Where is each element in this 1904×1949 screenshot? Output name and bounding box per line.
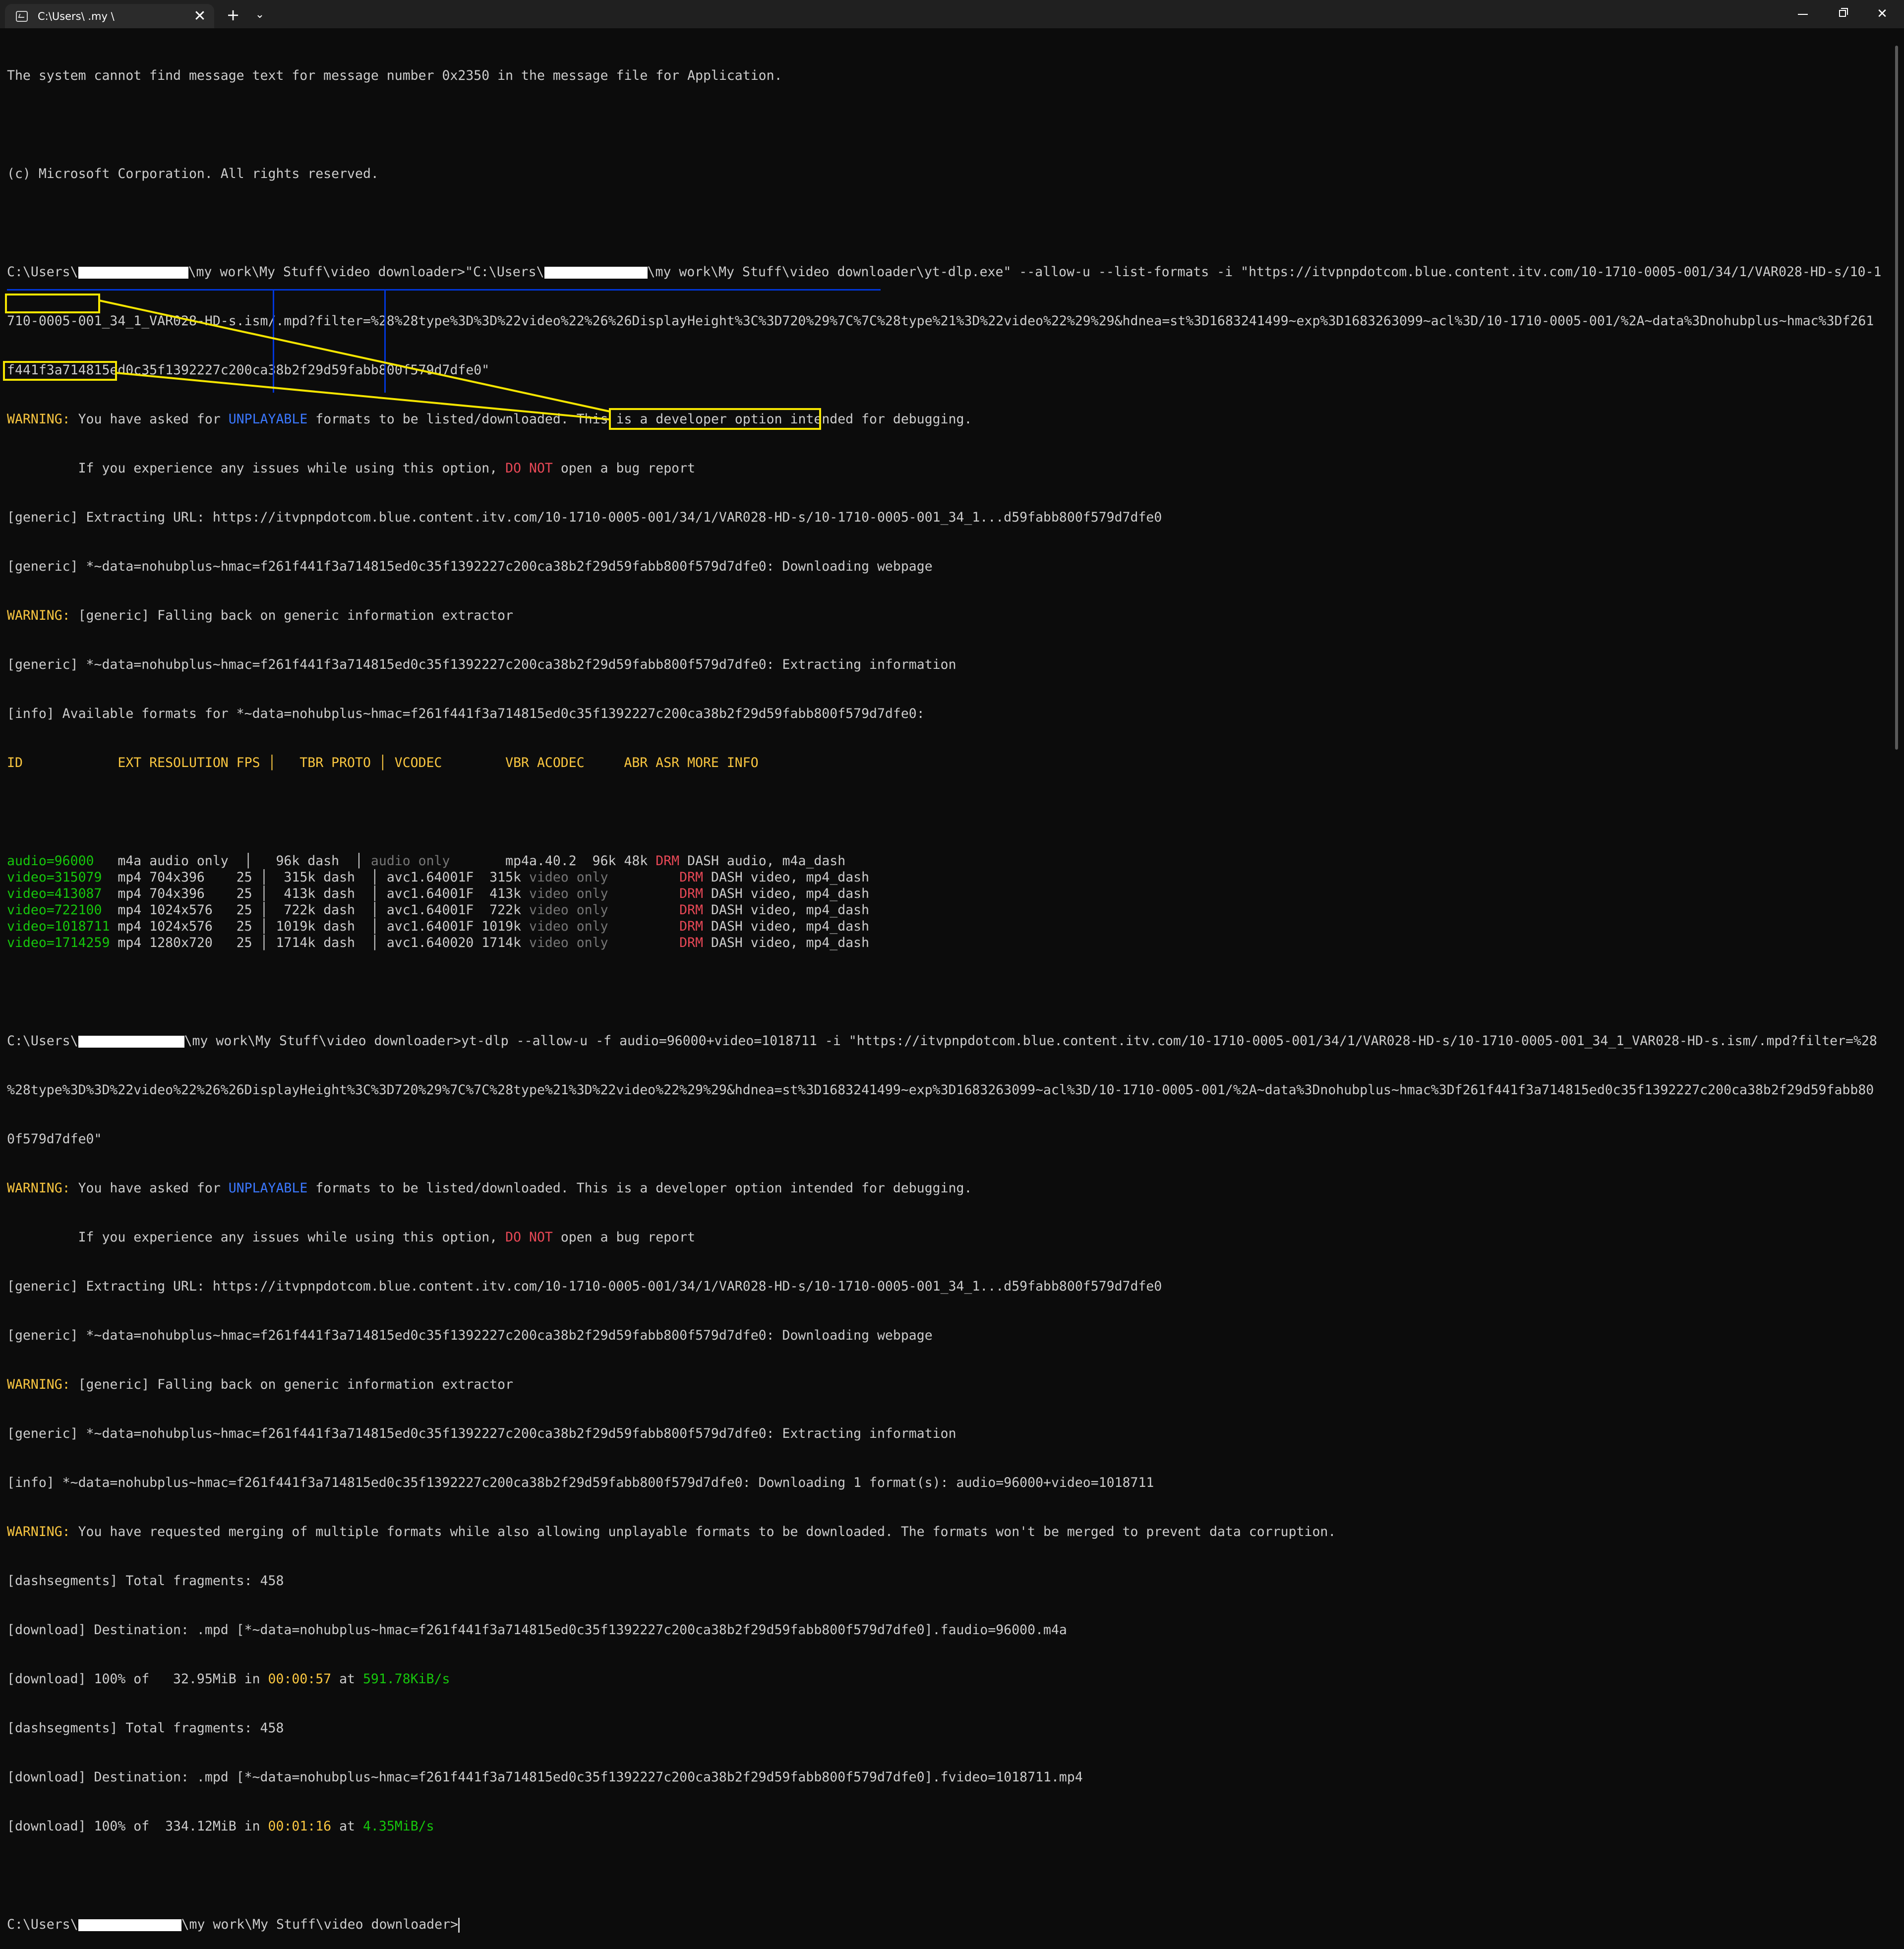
minimize-button[interactable] [1783,0,1823,28]
command-line: 0f579d7dfe0" [7,1131,102,1147]
highlight-box-video [3,361,117,381]
download-progress-line: [download] 100% of 32.95MiB in 00:00:57 … [7,1671,450,1687]
output-line: (c) Microsoft Corporation. All rights re… [7,166,379,181]
terminal-output[interactable]: The system cannot find message text for … [7,35,1882,1933]
warning-line: WARNING: [generic] Falling back on gener… [7,1377,514,1392]
title-bar: C:\Users\ .my \ ✕ + ⌄ ✕ [0,0,1904,28]
table-column-separator [384,291,386,393]
format-row: video=1714259 mp4 1280x720 25 │ 1714k da… [7,935,870,950]
warning-line: If you experience any issues while using… [7,461,696,476]
chevron-down-icon[interactable]: ⌄ [251,6,269,24]
redacted-username [78,266,188,279]
warning-line: If you experience any issues while using… [7,1230,696,1245]
terminal-tab[interactable]: C:\Users\ .my \ ✕ [5,4,214,28]
output-line: [dashsegments] Total fragments: 458 [7,1720,284,1736]
warning-line: WARNING: You have asked for UNPLAYABLE f… [7,412,972,427]
command-line: f441f3a714815ed0c35f1392227c200ca38b2f29… [7,362,490,378]
output-line: [dashsegments] Total fragments: 458 [7,1573,284,1589]
format-row: audio=96000 m4a audio only │ 96k dash │ … [7,853,846,869]
restore-button[interactable] [1823,0,1862,28]
close-tab-icon[interactable]: ✕ [191,8,208,25]
command-line: C:\Users\ \my work\My Stuff\video downloa… [7,264,1882,280]
highlight-box-format [609,408,821,430]
output-line: [generic] Extracting URL: https://itvpnp… [7,510,1162,525]
output-line: [info] *~data=nohubplus~hmac=f261f441f3a… [7,1475,1154,1490]
command-line: C:\Users\ \my work\My Stuff\video downloa… [7,1033,1877,1049]
output-line: [generic] *~data=nohubplus~hmac=f261f441… [7,657,956,672]
warning-line: WARNING: You have asked for UNPLAYABLE f… [7,1181,972,1196]
output-line: [download] Destination: .mpd [*~data=noh… [7,1770,1083,1785]
download-progress-line: [download] 100% of 334.12MiB in 00:01:16… [7,1819,434,1834]
terminal-icon [16,11,28,22]
command-line: %28type%3D%3D%22video%22%26%26DisplayHei… [7,1082,1874,1098]
format-row: video=315079 mp4 704x396 25 │ 315k dash … [7,870,870,885]
output-line: [generic] *~data=nohubplus~hmac=f261f441… [7,559,933,574]
format-row: video=722100 mp4 1024x576 25 │ 722k dash… [7,902,870,918]
prompt-line[interactable]: C:\Users\ \my work\My Stuff\video downloa… [7,1916,1881,1933]
output-line: [download] Destination: .mpd [*~data=noh… [7,1622,1067,1638]
format-row: video=1018711 mp4 1024x576 25 │ 1019k da… [7,919,870,934]
new-tab-button[interactable]: + [224,6,242,24]
command-line: 710-0005-001_34_1_VAR028-HD-s.ism/.mpd?f… [7,313,1874,329]
table-column-separator [273,291,274,393]
highlight-box-audio [5,294,100,313]
scrollbar[interactable] [1895,46,1898,750]
redacted-username [78,1919,181,1931]
output-line: [generic] Extracting URL: https://itvpnp… [7,1279,1162,1294]
formats-table-header: ID EXT RESOLUTION FPS │ TBR PROTO │ VCOD… [7,755,759,770]
output-line: [info] Available formats for *~data=nohu… [7,706,925,721]
output-line: [generic] *~data=nohubplus~hmac=f261f441… [7,1426,956,1441]
redacted-username [78,1035,184,1048]
output-line: The system cannot find message text for … [7,68,782,83]
format-row: video=413087 mp4 704x396 25 │ 413k dash … [7,886,870,901]
close-window-button[interactable]: ✕ [1862,0,1902,28]
tab-title: C:\Users\ .my \ [38,10,115,22]
output-line: [generic] *~data=nohubplus~hmac=f261f441… [7,1328,933,1343]
table-header-rule [7,289,881,291]
selected-format: audio=96000+video=1018711 [619,1033,817,1049]
warning-line: WARNING: You have requested merging of m… [7,1524,1336,1539]
warning-line: WARNING: [generic] Falling back on gener… [7,608,514,623]
text-cursor [458,1917,460,1933]
redacted-username [544,266,648,279]
